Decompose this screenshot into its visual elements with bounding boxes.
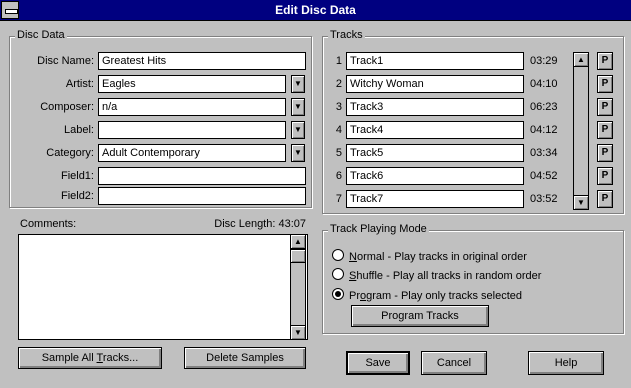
field1-field[interactable]: [98, 167, 306, 185]
track-number: 2: [335, 78, 342, 90]
track-program-button[interactable]: P: [597, 98, 613, 116]
composer-dropdown-button[interactable]: ▼: [291, 98, 305, 116]
artist-label: Artist:: [65, 78, 94, 90]
down-arrow-icon: ▼: [577, 198, 585, 207]
cancel-button[interactable]: Cancel: [421, 351, 487, 375]
comments-scrollbar[interactable]: ▲ ▼: [290, 234, 306, 340]
help-button[interactable]: Help: [528, 351, 604, 375]
track-name-field[interactable]: Track4: [346, 121, 524, 139]
track-duration: 03:29: [530, 55, 558, 67]
disc-data-group-label: Disc Data: [15, 29, 67, 41]
track-name-field[interactable]: Track5: [346, 144, 524, 162]
track-name-field[interactable]: Track7: [346, 190, 524, 208]
up-arrow-icon: ▲: [577, 55, 585, 64]
tracks-group-label: Tracks: [328, 29, 365, 41]
track-duration: 03:34: [530, 147, 558, 159]
category-label: Category:: [46, 147, 94, 159]
label-field[interactable]: [98, 121, 286, 139]
track-number: 4: [335, 124, 342, 136]
program-tracks-button[interactable]: Program Tracks: [351, 305, 489, 327]
artist-dropdown-button[interactable]: ▼: [291, 75, 305, 93]
disc-name-field[interactable]: Greatest Hits: [98, 52, 306, 70]
tracks-scroll-down-button[interactable]: ▼: [574, 195, 588, 209]
track-duration: 04:12: [530, 124, 558, 136]
radio-button-icon: [332, 268, 344, 280]
label-dropdown-button[interactable]: ▼: [291, 121, 305, 139]
category-dropdown-button[interactable]: ▼: [291, 144, 305, 162]
track-number: 1: [335, 55, 342, 67]
window-title: Edit Disc Data: [275, 3, 356, 17]
title-bar: Edit Disc Data: [0, 0, 631, 21]
down-arrow-icon: ▼: [294, 328, 302, 337]
track-duration: 06:23: [530, 101, 558, 113]
scroll-thumb[interactable]: [291, 249, 305, 263]
track-program-button[interactable]: P: [597, 190, 613, 208]
track-number: 3: [335, 101, 342, 113]
track-program-button[interactable]: P: [597, 75, 613, 93]
scroll-up-button[interactable]: ▲: [291, 235, 305, 249]
disc-length-label: Disc Length: 43:07: [214, 218, 306, 230]
track-number: 7: [335, 193, 342, 205]
sample-all-tracks-button[interactable]: Sample All Tracks...: [18, 347, 162, 369]
track-name-field[interactable]: Track6: [346, 167, 524, 185]
delete-samples-button[interactable]: Delete Samples: [184, 347, 306, 369]
down-arrow-icon: ▼: [294, 148, 302, 157]
composer-label: Composer:: [40, 101, 94, 113]
down-arrow-icon: ▼: [294, 79, 302, 88]
scroll-down-button[interactable]: ▼: [291, 325, 305, 339]
track-duration: 04:52: [530, 170, 558, 182]
composer-field[interactable]: n/a: [98, 98, 286, 116]
tracks-scroll-up-button[interactable]: ▲: [574, 53, 588, 67]
field2-field[interactable]: [98, 187, 306, 205]
radio-button-selected-icon: [332, 288, 344, 300]
artist-field[interactable]: Eagles: [98, 75, 286, 93]
down-arrow-icon: ▼: [294, 102, 302, 111]
track-program-button[interactable]: P: [597, 52, 613, 70]
field1-label: Field1:: [60, 170, 94, 182]
track-name-field[interactable]: Witchy Woman: [346, 75, 524, 93]
field2-label: Field2:: [60, 190, 94, 202]
mode-shuffle-radio[interactable]: Shuffle - Play all tracks in random orde…: [332, 268, 541, 282]
track-program-button[interactable]: P: [597, 167, 613, 185]
track-duration: 04:10: [530, 78, 558, 90]
disc-name-label: Disc Name:: [37, 55, 94, 67]
track-playing-mode-group-label: Track Playing Mode: [328, 223, 429, 235]
category-field[interactable]: Adult Contemporary: [98, 144, 286, 162]
comments-label: Comments:: [20, 218, 77, 230]
track-name-field[interactable]: Track1: [346, 52, 524, 70]
tracks-scrollbar[interactable]: ▲ ▼: [573, 52, 589, 210]
track-number: 5: [335, 147, 342, 159]
track-duration: 03:52: [530, 193, 558, 205]
track-number: 6: [335, 170, 342, 182]
comments-textarea[interactable]: [18, 234, 308, 340]
mode-normal-radio[interactable]: Normal - Play tracks in original order: [332, 249, 527, 263]
track-name-field[interactable]: Track3: [346, 98, 524, 116]
label-label: Label:: [64, 124, 94, 136]
mode-program-radio[interactable]: Program - Play only tracks selected: [332, 288, 522, 302]
down-arrow-icon: ▼: [294, 125, 302, 134]
up-arrow-icon: ▲: [294, 237, 302, 246]
track-program-button[interactable]: P: [597, 144, 613, 162]
radio-button-icon: [332, 249, 344, 261]
track-program-button[interactable]: P: [597, 121, 613, 139]
save-button[interactable]: Save: [346, 351, 410, 375]
